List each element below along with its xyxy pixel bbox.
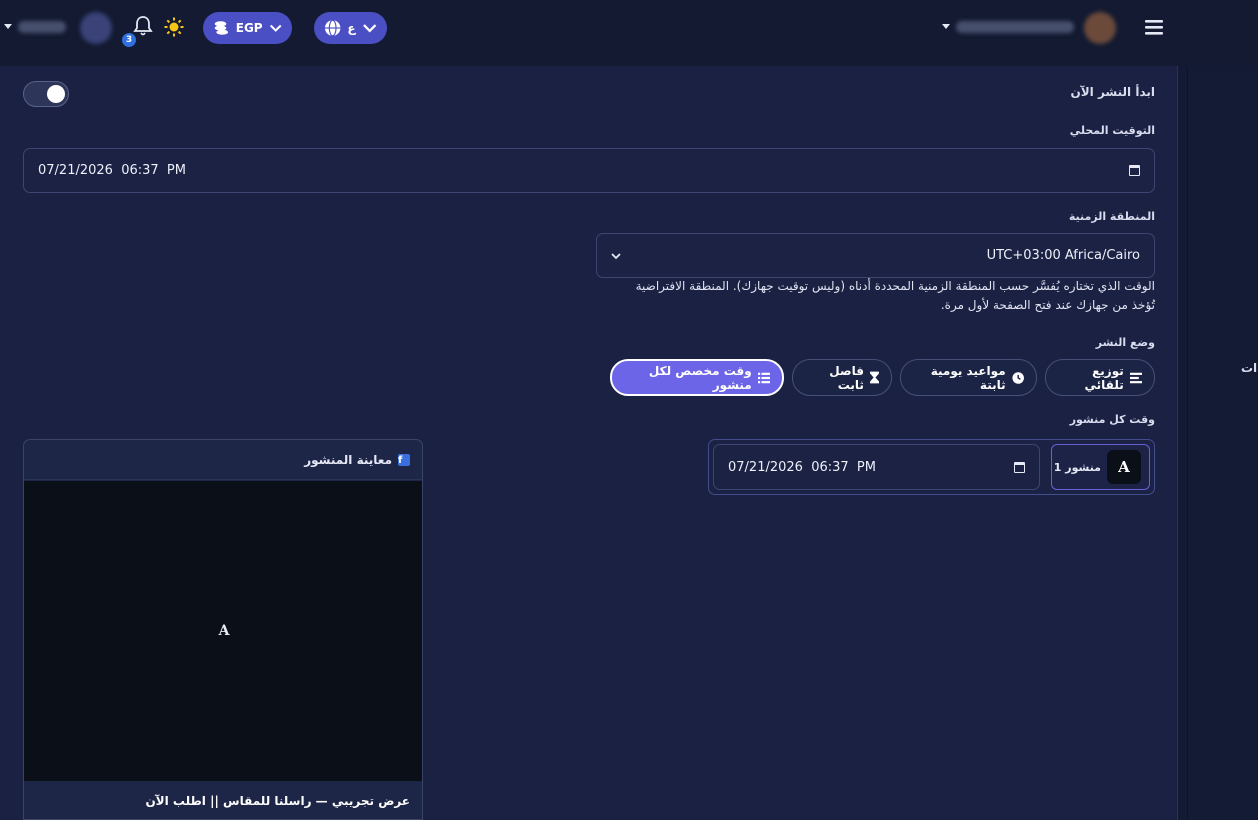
mode-label: فاصل ثابت bbox=[829, 363, 864, 392]
local-time-input[interactable]: 07/21/2026 06:37 PM bbox=[23, 148, 1155, 193]
timezone-help-line-2: تُؤخذ من جهازك عند فتح الصفحة لأول مرة. bbox=[940, 298, 1155, 312]
user-menu-toggle[interactable] bbox=[4, 24, 12, 29]
user-name-blurred bbox=[18, 21, 66, 33]
timezone-help-line-1: الوقت الذي تختاره يُفسَّر حسب المنطقة ال… bbox=[635, 279, 1155, 293]
list-icon bbox=[757, 372, 770, 383]
currency-label: EGP bbox=[235, 21, 263, 35]
bars-icon bbox=[1129, 372, 1142, 383]
facebook-icon: f bbox=[398, 453, 410, 466]
timezone-help-text: الوقت الذي تختاره يُفسَّر حسب المنطقة ال… bbox=[595, 277, 1155, 315]
local-time-label: التوقيت المحلي bbox=[1069, 124, 1155, 137]
post-time-row: 07/21/2026 06:37 PM منشور 1 A bbox=[708, 439, 1155, 495]
timezone-select[interactable]: UTC+03:00 Africa/Cairo bbox=[596, 233, 1155, 278]
bell-icon bbox=[133, 16, 153, 36]
chevron-down-icon bbox=[269, 24, 282, 32]
hamburger-menu-button[interactable] bbox=[1145, 19, 1163, 35]
chevron-down-icon bbox=[611, 252, 621, 259]
clock-icon bbox=[1012, 371, 1024, 384]
notifications-button[interactable] bbox=[133, 15, 153, 37]
post-chip[interactable]: منشور 1 A bbox=[1051, 444, 1150, 490]
mode-custom-per-post-button[interactable]: وقت مخصص لكل منشور bbox=[610, 359, 784, 396]
toggle-knob bbox=[47, 85, 65, 103]
caret-down-icon bbox=[942, 24, 950, 29]
mode-label: مواعيد يومية ثابتة bbox=[930, 363, 1006, 392]
local-time-value: 07/21/2026 06:37 PM bbox=[38, 163, 186, 178]
page-avatar[interactable] bbox=[1084, 12, 1116, 44]
currency-selector[interactable]: EGP bbox=[203, 12, 292, 44]
top-bar: 3 EGP ع bbox=[0, 0, 1258, 66]
post-time-value: 07/21/2026 06:37 PM bbox=[728, 459, 876, 475]
sidebar-truncated-label: ات bbox=[1241, 361, 1258, 375]
coins-icon bbox=[214, 21, 229, 35]
sidebar-rail bbox=[1187, 66, 1258, 820]
per-post-time-label: وقت كل منشور bbox=[1069, 413, 1155, 426]
timezone-value: UTC+03:00 Africa/Cairo bbox=[986, 248, 1140, 263]
publish-now-label: ابدأ النشر الآن bbox=[1070, 85, 1155, 99]
hourglass-icon bbox=[869, 371, 879, 384]
calendar-icon[interactable] bbox=[1014, 461, 1025, 473]
mode-fixed-interval-button[interactable]: فاصل ثابت bbox=[792, 359, 892, 396]
mode-auto-distribute-button[interactable]: توزيع تلقائي bbox=[1045, 359, 1155, 396]
preview-caption: عرض تجريبي — راسلنا للمقاس || اطلب الآن bbox=[145, 794, 410, 808]
preview-header: f معاينة المنشور bbox=[24, 440, 422, 480]
page-selector-toggle[interactable] bbox=[942, 24, 950, 29]
page-name-blurred bbox=[956, 21, 1074, 33]
preview-media: A bbox=[24, 481, 422, 781]
publish-now-toggle[interactable] bbox=[23, 81, 69, 107]
publish-mode-label: وضع النشر bbox=[1095, 336, 1155, 349]
mode-label: وقت مخصص لكل منشور bbox=[648, 363, 752, 392]
preview-title: معاينة المنشور bbox=[304, 452, 392, 467]
calendar-icon[interactable] bbox=[1129, 165, 1140, 176]
mode-fixed-daily-button[interactable]: مواعيد يومية ثابتة bbox=[900, 359, 1037, 396]
chevron-down-icon bbox=[362, 24, 376, 33]
post-name: منشور 1 bbox=[1053, 460, 1101, 474]
theme-toggle[interactable] bbox=[164, 17, 184, 37]
language-label: ع bbox=[347, 21, 356, 35]
timezone-label: المنطقة الزمنية bbox=[1068, 210, 1155, 223]
post-preview-card: f معاينة المنشور A عرض تجريبي — راسلنا ل… bbox=[23, 439, 423, 820]
sun-icon bbox=[164, 17, 184, 37]
caret-down-icon bbox=[4, 24, 12, 29]
notifications-badge: 3 bbox=[122, 33, 136, 47]
hamburger-icon bbox=[1145, 20, 1163, 35]
post-avatar: A bbox=[1107, 450, 1141, 484]
language-selector[interactable]: ع bbox=[314, 12, 387, 44]
mode-label: توزيع تلقائي bbox=[1084, 363, 1124, 392]
post-time-input[interactable]: 07/21/2026 06:37 PM bbox=[713, 444, 1040, 490]
globe-icon bbox=[324, 19, 341, 37]
user-avatar[interactable] bbox=[80, 12, 112, 44]
